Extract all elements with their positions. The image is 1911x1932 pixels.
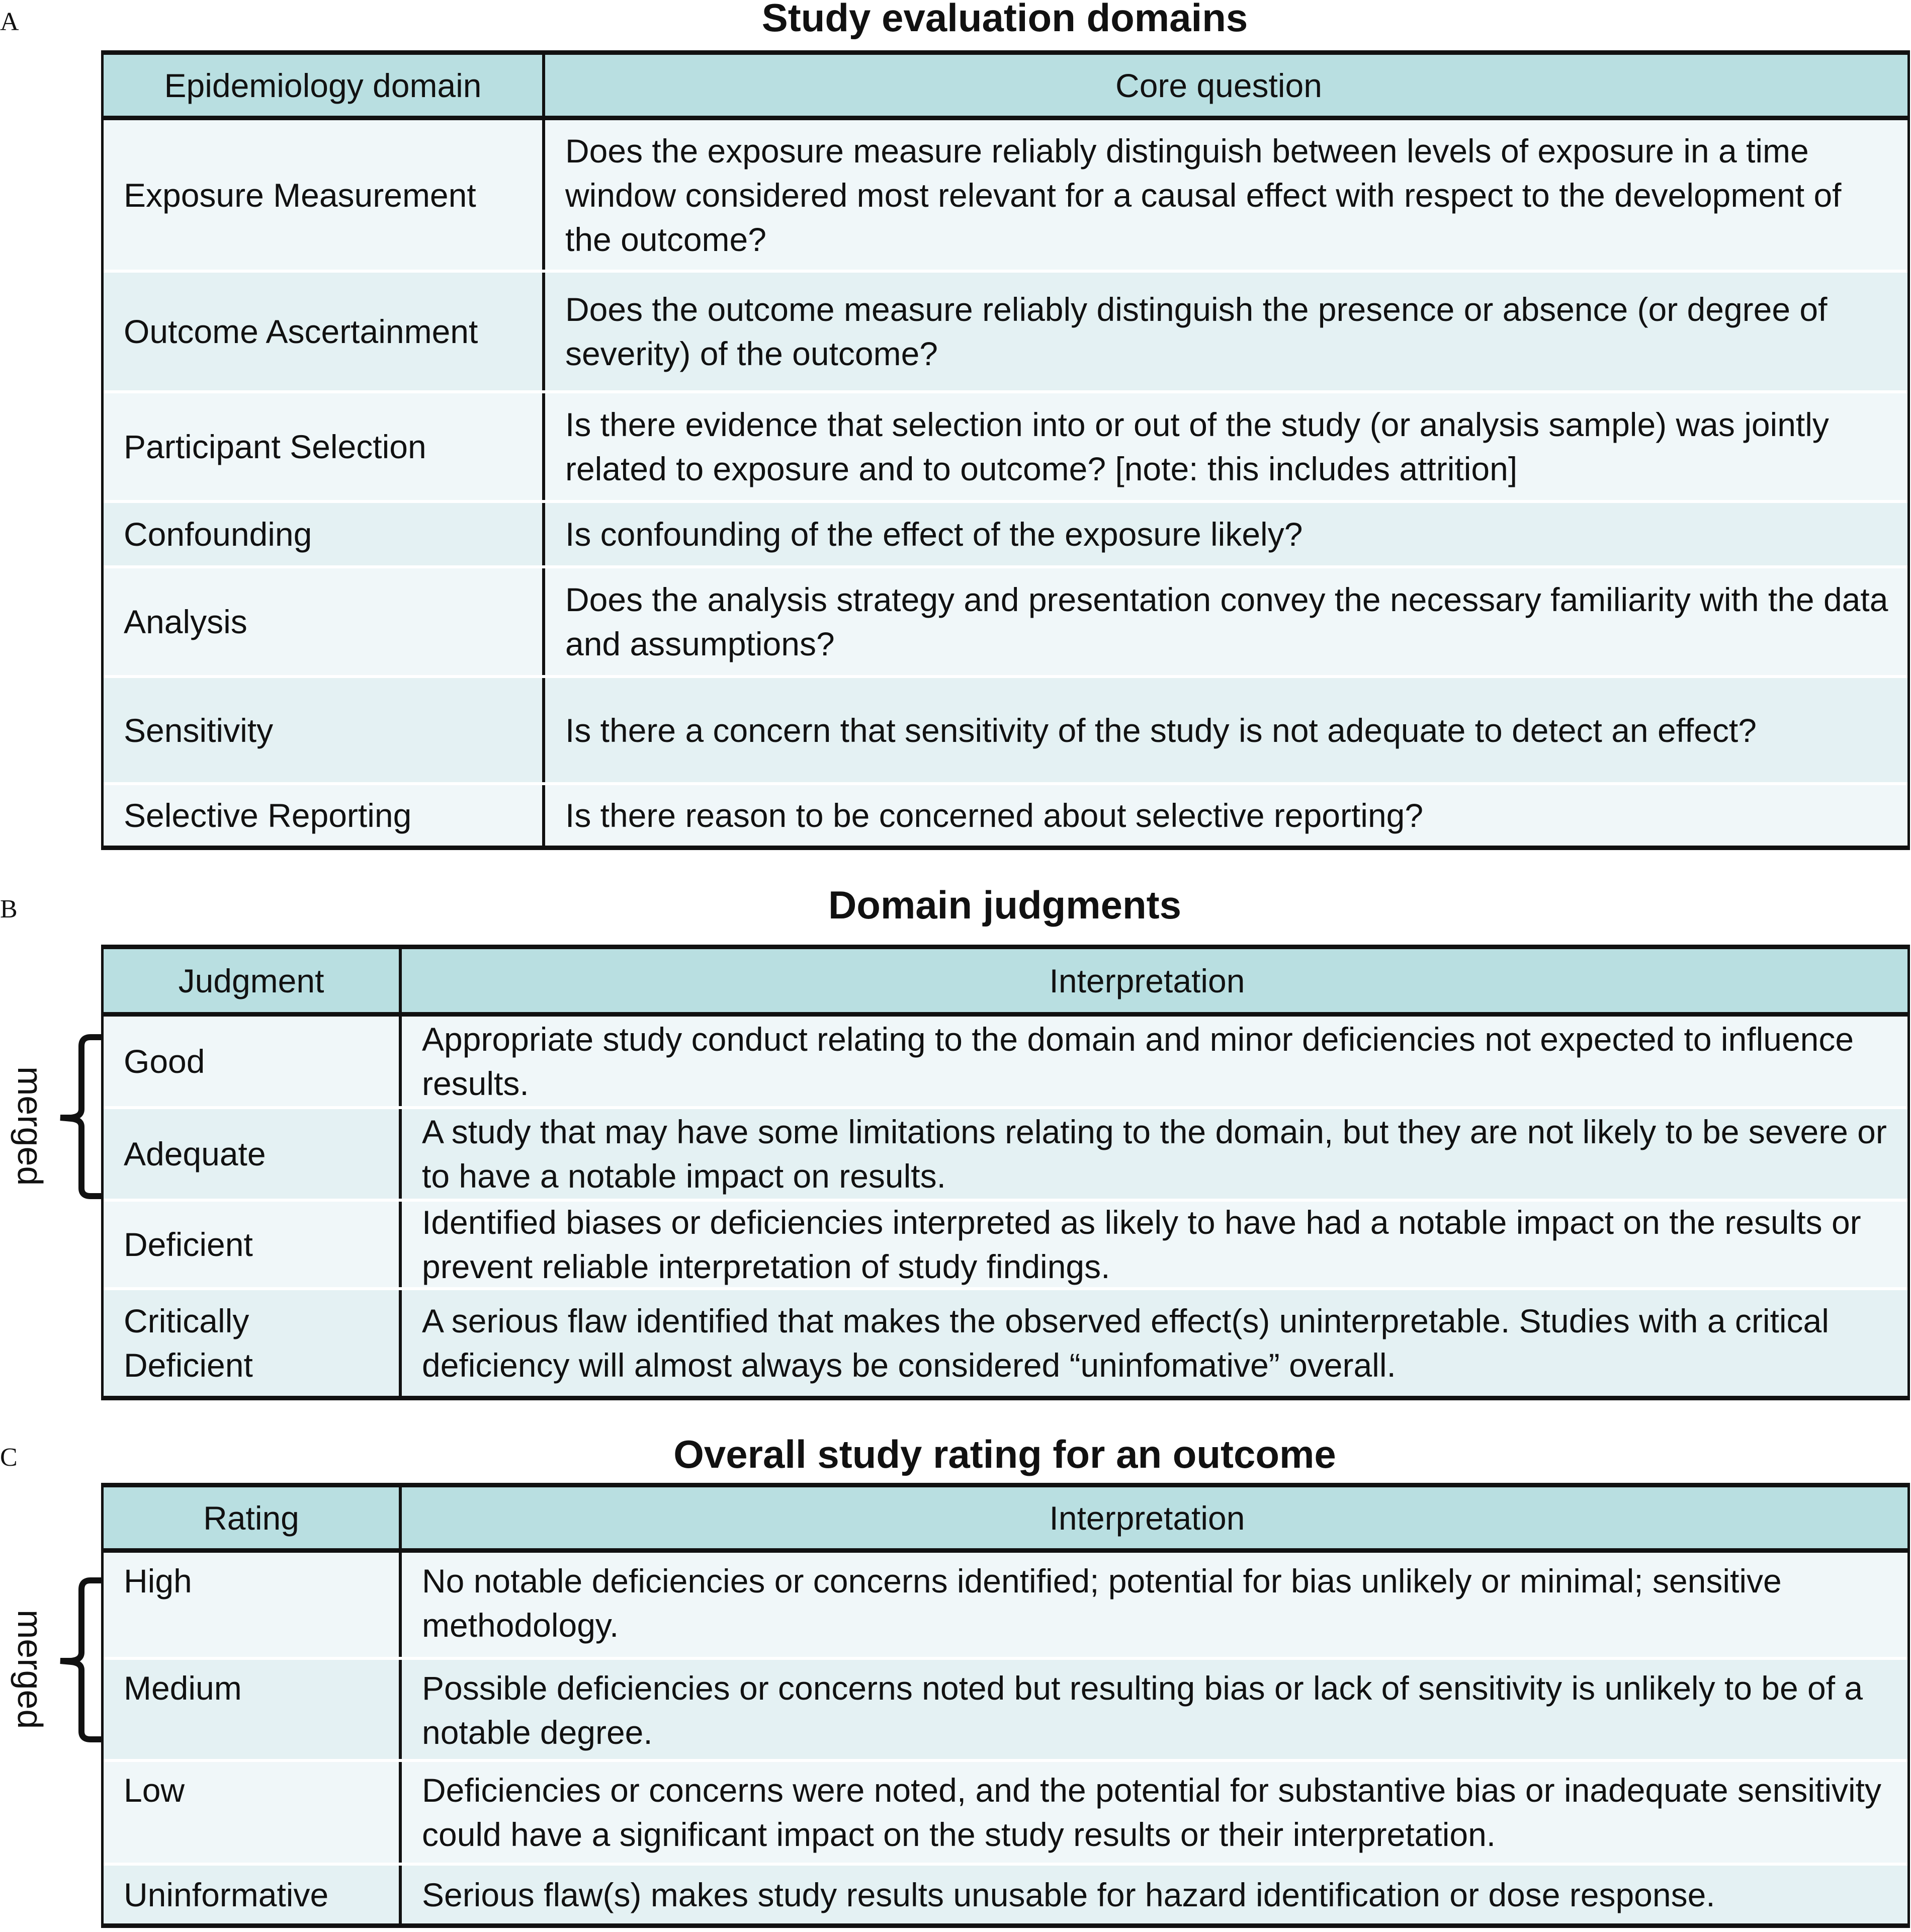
domain-judgments-table: Judgment Interpretation Good Appropriate… xyxy=(101,945,1910,1400)
rating-cell: High xyxy=(104,1553,402,1657)
study-evaluation-domains-table: Epidemiology domain Core question Exposu… xyxy=(101,50,1910,850)
judgment-cell: Good xyxy=(104,1017,402,1106)
rating-cell: Uninformative xyxy=(104,1866,402,1923)
table-header-row: Judgment Interpretation xyxy=(104,949,1907,1017)
panel-a-title: Study evaluation domains xyxy=(761,0,1248,40)
overall-study-rating-table: Rating Interpretation High No notable de… xyxy=(101,1483,1910,1928)
judgment-cell: Deficient xyxy=(104,1202,402,1287)
domain-cell: Confounding xyxy=(104,503,545,565)
bracket-icon xyxy=(60,1034,103,1199)
table-row: Medium Possible deficiencies or concerns… xyxy=(104,1660,1907,1762)
table-row: High No notable deficiencies or concerns… xyxy=(104,1553,1907,1660)
panel-label-a: A xyxy=(0,8,19,36)
interpretation-cell: Possible deficiencies or concerns noted … xyxy=(422,1669,1863,1751)
interpretation-cell: Appropriate study conduct relating to th… xyxy=(422,1021,1854,1102)
domain-cell: Sensitivity xyxy=(104,678,545,782)
interpretation-cell: Deficiencies or concerns were noted, and… xyxy=(422,1772,1882,1853)
table-row: Participant Selection Is there evidence … xyxy=(104,393,1907,503)
header-epidemiology-domain: Epidemiology domain xyxy=(104,55,545,116)
interpretation-cell: A study that may have some limitations r… xyxy=(422,1113,1887,1195)
panel-label-c: C xyxy=(0,1443,18,1472)
judgment-cell: Adequate xyxy=(104,1109,402,1199)
table-header-row: Epidemiology domain Core question xyxy=(104,55,1907,120)
merged-bracket-b: merged xyxy=(0,1031,103,1202)
table-row: Critically Deficient A serious flaw iden… xyxy=(104,1290,1907,1396)
rating-cell: Low xyxy=(104,1762,402,1863)
bracket-icon xyxy=(60,1577,103,1742)
question-cell: Is there reason to be concerned about se… xyxy=(565,797,1424,834)
table-row: Outcome Ascertainment Does the outcome m… xyxy=(104,273,1907,393)
panel-label-b: B xyxy=(0,895,18,923)
question-cell: Does the analysis strategy and presentat… xyxy=(565,581,1888,662)
header-interpretation: Interpretation xyxy=(1049,1499,1245,1537)
domain-cell: Exposure Measurement xyxy=(104,120,545,270)
question-cell: Does the outcome measure reliably distin… xyxy=(565,291,1828,372)
interpretation-cell: Identified biases or deficiencies interp… xyxy=(422,1204,1861,1285)
rating-cell: Medium xyxy=(104,1660,402,1759)
table-row: Sensitivity Is there a concern that sens… xyxy=(104,678,1907,785)
table-row: Uninformative Serious flaw(s) makes stud… xyxy=(104,1866,1907,1923)
question-cell: Does the exposure measure reliably disti… xyxy=(565,132,1842,258)
domain-cell: Participant Selection xyxy=(104,393,545,500)
question-cell: Is confounding of the effect of the expo… xyxy=(565,516,1303,553)
header-core-question: Core question xyxy=(1115,66,1322,104)
table-header-row: Rating Interpretation xyxy=(104,1487,1907,1553)
table-row: Good Appropriate study conduct relating … xyxy=(104,1017,1907,1109)
table-row: Low Deficiencies or concerns were noted,… xyxy=(104,1762,1907,1866)
interpretation-cell: No notable deficiencies or concerns iden… xyxy=(422,1562,1782,1644)
header-rating: Rating xyxy=(104,1487,402,1548)
question-cell: Is there evidence that selection into or… xyxy=(565,406,1829,487)
table-row: Confounding Is confounding of the effect… xyxy=(104,503,1907,568)
table-row: Analysis Does the analysis strategy and … xyxy=(104,568,1907,678)
interpretation-cell: A serious flaw identified that makes the… xyxy=(422,1302,1829,1384)
panel-c-title: Overall study rating for an outcome xyxy=(673,1432,1336,1476)
domain-cell: Outcome Ascertainment xyxy=(104,273,545,390)
judgment-cell: Critically Deficient xyxy=(104,1290,402,1396)
header-judgment: Judgment xyxy=(104,949,402,1012)
table-row: Deficient Identified biases or deficienc… xyxy=(104,1202,1907,1290)
header-interpretation: Interpretation xyxy=(1049,962,1245,999)
domain-cell: Analysis xyxy=(104,568,545,675)
table-row: Adequate A study that may have some limi… xyxy=(104,1109,1907,1202)
table-row: Selective Reporting Is there reason to b… xyxy=(104,785,1907,846)
interpretation-cell: Serious flaw(s) makes study results unus… xyxy=(422,1876,1715,1913)
domain-cell: Selective Reporting xyxy=(104,785,545,846)
question-cell: Is there a concern that sensitivity of t… xyxy=(565,711,1757,749)
table-row: Exposure Measurement Does the exposure m… xyxy=(104,120,1907,273)
panel-b-title: Domain judgments xyxy=(828,883,1182,927)
merged-bracket-c: merged xyxy=(0,1574,103,1745)
